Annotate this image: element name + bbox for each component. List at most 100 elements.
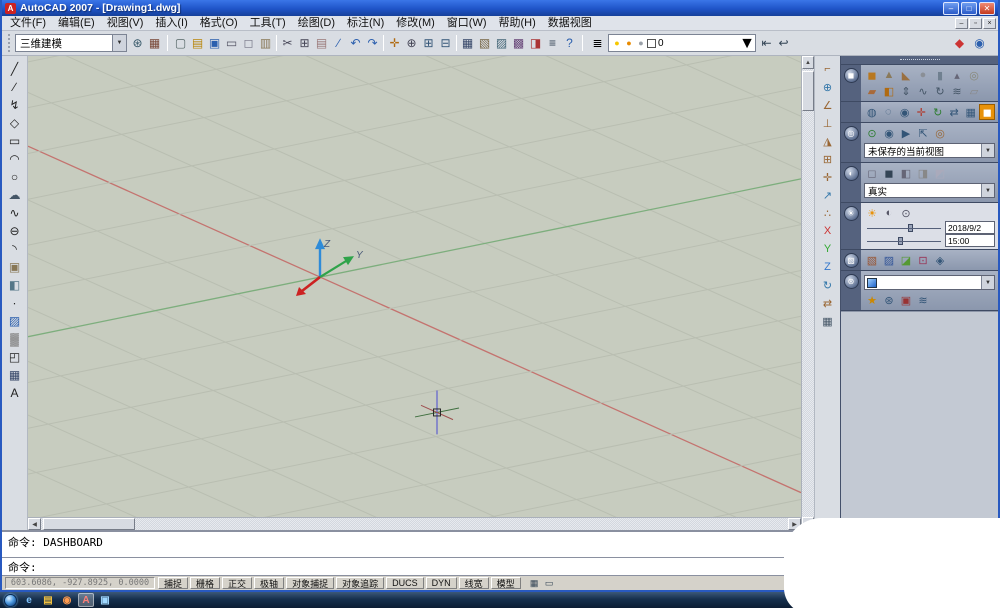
menu-item[interactable]: 视图(V) bbox=[101, 16, 150, 31]
orbit-icon[interactable]: ↻ bbox=[819, 277, 836, 293]
status-toggle-button[interactable]: 对象追踪 bbox=[336, 577, 384, 589]
3d-array-tool-icon[interactable]: ▦ bbox=[963, 104, 978, 120]
ellipse-icon[interactable]: ⊖ bbox=[6, 222, 24, 239]
dropdown-arrow-icon[interactable]: ▼ bbox=[981, 184, 994, 197]
3d-align-tool-icon[interactable]: ⇄ bbox=[946, 104, 961, 120]
sun-status-icon[interactable]: ☀ bbox=[864, 205, 880, 221]
union-tool-icon[interactable]: ◍ bbox=[864, 104, 879, 120]
dropdown-arrow-icon[interactable]: ▼ bbox=[112, 35, 126, 51]
active-box-tool-icon[interactable]: ◼ bbox=[979, 104, 995, 120]
communication-center-icon[interactable]: ◆ bbox=[951, 35, 968, 52]
render-presets-icon[interactable]: ★ bbox=[864, 292, 880, 308]
menu-item[interactable]: 标注(N) bbox=[341, 16, 390, 31]
layer-dropdown[interactable]: ●●●■ 0 ▼ bbox=[608, 34, 756, 52]
constrained-orbit-icon[interactable]: ⊙ bbox=[864, 125, 880, 141]
tool-palette-window-icon[interactable]: ▦ bbox=[146, 35, 163, 52]
render-settings-icon[interactable]: ⊛ bbox=[881, 292, 897, 308]
multiline-text-icon[interactable]: A bbox=[6, 384, 24, 401]
workspace-dropdown[interactable]: 三维建模 ▼ bbox=[15, 34, 127, 52]
ucs-zaxis-icon[interactable]: ↗ bbox=[819, 187, 836, 203]
wedge-tool-icon[interactable]: ◣ bbox=[898, 67, 914, 83]
time-field[interactable]: 15:00 bbox=[945, 234, 995, 247]
publish-icon[interactable]: ▥ bbox=[257, 35, 274, 52]
menu-item[interactable]: 编辑(E) bbox=[52, 16, 101, 31]
ucs-view-icon[interactable]: ⊞ bbox=[819, 151, 836, 167]
menu-item[interactable]: 文件(F) bbox=[4, 16, 52, 31]
planar-mapping-icon[interactable]: ◪ bbox=[898, 252, 914, 268]
toolbar-grip[interactable] bbox=[8, 34, 11, 52]
vertical-scroll-track[interactable] bbox=[802, 69, 814, 517]
layer-previous-icon[interactable]: ↩ bbox=[775, 35, 792, 52]
revision-cloud-icon[interactable]: ☁ bbox=[6, 186, 24, 203]
materials-window-icon[interactable]: ▧ bbox=[864, 252, 880, 268]
dropdown-arrow-icon[interactable]: ▼ bbox=[981, 276, 994, 289]
polygon-icon[interactable]: ◇ bbox=[6, 114, 24, 131]
status-toggle-button[interactable]: 线宽 bbox=[459, 577, 489, 589]
visual-style-dropdown[interactable]: 真实 ▼ bbox=[864, 183, 995, 198]
3d-navigate-panel-icon[interactable]: ◎ bbox=[844, 126, 859, 141]
make-block-icon[interactable]: ◧ bbox=[6, 276, 24, 293]
media-player-icon[interactable]: ◉ bbox=[59, 593, 75, 607]
ucs-apply-icon[interactable]: ⇄ bbox=[819, 295, 836, 311]
scroll-up-icon[interactable]: ▲ bbox=[802, 56, 814, 69]
quickcalc-icon[interactable]: ≡ bbox=[544, 35, 561, 52]
scroll-left-icon[interactable]: ◀ bbox=[28, 518, 41, 530]
start-button[interactable] bbox=[4, 594, 17, 607]
3d-rotate-tool-icon[interactable]: ↻ bbox=[930, 104, 945, 120]
extrude-tool-icon[interactable]: ◧ bbox=[881, 83, 897, 99]
workspace-settings-icon[interactable]: ⊛ bbox=[129, 35, 146, 52]
render-panel-icon[interactable]: ⊛ bbox=[844, 274, 859, 289]
cut-icon[interactable]: ✂ bbox=[279, 35, 296, 52]
ucs-y-rotate-icon[interactable]: Y bbox=[819, 241, 836, 257]
named-ucs-icon[interactable]: ▦ bbox=[819, 313, 836, 329]
3d-make-panel-icon[interactable]: ◼ bbox=[844, 68, 859, 83]
redo-icon[interactable]: ↷ bbox=[364, 35, 381, 52]
clean-screen-icon[interactable]: ▦ bbox=[528, 577, 541, 589]
date-field[interactable]: 2018/9/2 bbox=[945, 221, 995, 234]
ucs-z-rotate-icon[interactable]: Z bbox=[819, 259, 836, 275]
render-environment-icon[interactable]: ≋ bbox=[915, 292, 931, 308]
box-mapping-icon[interactable]: ⊡ bbox=[915, 252, 931, 268]
mdi-minimize-button[interactable]: – bbox=[955, 18, 968, 29]
tool-palettes-icon[interactable]: ▨ bbox=[493, 35, 510, 52]
point-light-icon[interactable]: ⊙ bbox=[898, 205, 914, 221]
loft-tool-icon[interactable]: ≋ bbox=[949, 83, 965, 99]
subtract-tool-icon[interactable]: ◌ bbox=[880, 104, 895, 120]
time-slider-thumb[interactable] bbox=[898, 237, 903, 245]
plot-preview-icon[interactable]: ◻ bbox=[240, 35, 257, 52]
status-toggle-button[interactable]: 极轴 bbox=[254, 577, 284, 589]
revolve-tool-icon[interactable]: ↻ bbox=[932, 83, 948, 99]
date-slider-thumb[interactable] bbox=[908, 224, 913, 232]
status-toggle-button[interactable]: DYN bbox=[426, 577, 457, 589]
planar-surface-tool-icon[interactable]: ▱ bbox=[966, 83, 982, 99]
sphere-tool-icon[interactable]: ● bbox=[915, 67, 931, 83]
time-slider[interactable] bbox=[867, 236, 941, 246]
apply-material-icon[interactable]: ▨ bbox=[881, 252, 897, 268]
dashboard-grip[interactable] bbox=[841, 56, 998, 65]
mdi-restore-button[interactable]: ▫ bbox=[969, 18, 982, 29]
match-properties-icon[interactable]: ∕ bbox=[330, 35, 347, 52]
ucs-x-rotate-icon[interactable]: X bbox=[819, 223, 836, 239]
construction-line-icon[interactable]: ∕ bbox=[6, 78, 24, 95]
vertical-scrollbar[interactable]: ▲ ▼ bbox=[801, 56, 814, 530]
menu-item[interactable]: 格式(O) bbox=[194, 16, 244, 31]
zoom-window-icon[interactable]: ⊞ bbox=[420, 35, 437, 52]
presspull-tool-icon[interactable]: ⇕ bbox=[898, 83, 914, 99]
menu-item[interactable]: 修改(M) bbox=[390, 16, 441, 31]
box-tool-icon[interactable]: ◼ bbox=[864, 67, 880, 83]
designcenter-icon[interactable]: ▧ bbox=[476, 35, 493, 52]
cone-tool-icon[interactable]: ▴ bbox=[949, 67, 965, 83]
named-view-dropdown[interactable]: 未保存的当前视图 ▼ bbox=[864, 143, 995, 158]
info-center-icon[interactable]: ◉ bbox=[971, 35, 988, 52]
open-icon[interactable]: ▤ bbox=[189, 35, 206, 52]
horizontal-scrollbar[interactable]: ◀ ▶ bbox=[28, 517, 801, 530]
ucs-world-icon[interactable]: ⊕ bbox=[819, 79, 836, 95]
autocad-taskbar-icon[interactable]: A bbox=[78, 593, 94, 607]
intersect-tool-icon[interactable]: ◉ bbox=[897, 104, 912, 120]
minimize-button[interactable]: – bbox=[943, 2, 959, 15]
status-toggle-button[interactable]: 栅格 bbox=[190, 577, 220, 589]
help-icon[interactable]: ? bbox=[561, 35, 578, 52]
cylinder-tool-icon[interactable]: ▮ bbox=[932, 67, 948, 83]
image-viewer-icon[interactable]: ▣ bbox=[97, 593, 113, 607]
arc-icon[interactable]: ◠ bbox=[6, 150, 24, 167]
